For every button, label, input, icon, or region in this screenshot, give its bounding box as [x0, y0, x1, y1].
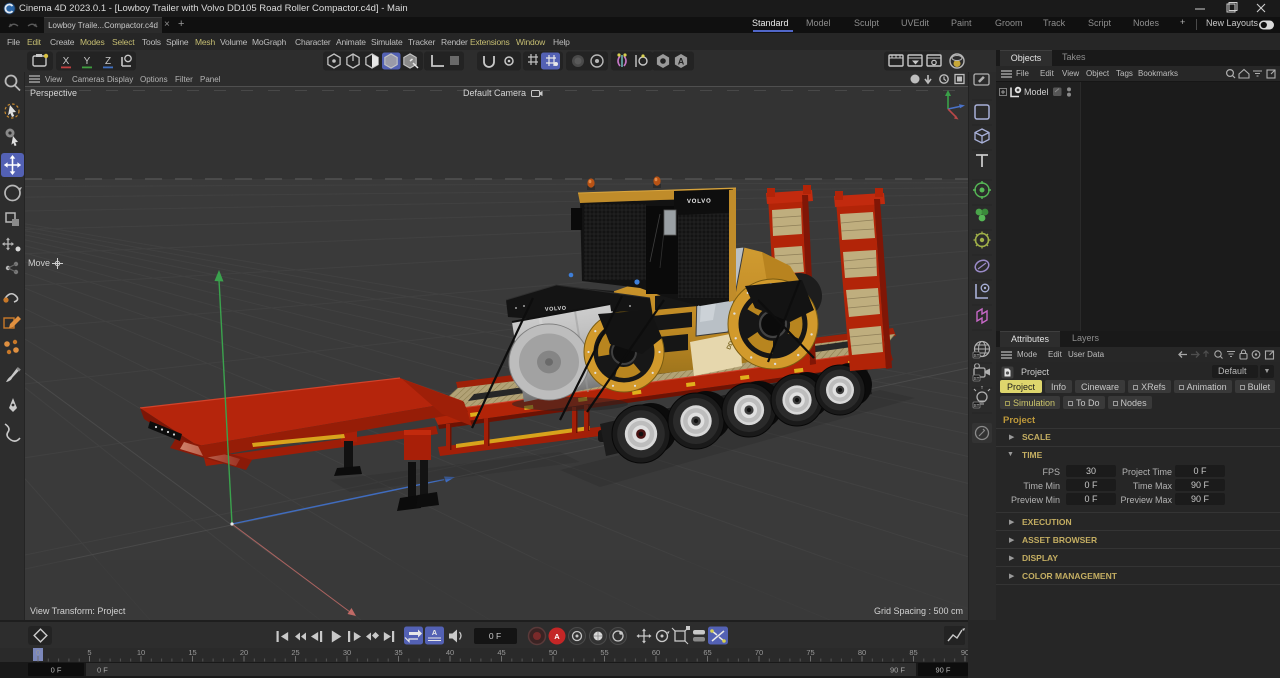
svg-text:35: 35: [394, 648, 402, 657]
svg-text:Y: Y: [84, 56, 91, 67]
svg-text:A: A: [554, 632, 560, 641]
svg-text:50: 50: [549, 648, 557, 657]
svg-text:65: 65: [703, 648, 711, 657]
svg-text:20: 20: [240, 648, 248, 657]
svg-text:5: 5: [87, 648, 91, 657]
svg-text:ST: ST: [974, 376, 980, 381]
svg-text:X: X: [63, 56, 70, 67]
svg-text:80: 80: [858, 648, 866, 657]
svg-text:15: 15: [188, 648, 196, 657]
svg-text:25: 25: [291, 648, 299, 657]
svg-text:70: 70: [755, 648, 763, 657]
svg-text:A: A: [678, 57, 685, 67]
svg-text:90: 90: [961, 648, 968, 657]
svg-text:60: 60: [652, 648, 660, 657]
svg-text:0 F: 0 F: [51, 666, 62, 675]
svg-text:45: 45: [497, 648, 505, 657]
svg-text:10: 10: [137, 648, 145, 657]
svg-text:ST: ST: [974, 403, 980, 408]
svg-text:30: 30: [343, 648, 351, 657]
svg-text:0 F: 0 F: [97, 666, 108, 675]
svg-text:ST: ST: [974, 353, 980, 358]
svg-text:75: 75: [806, 648, 814, 657]
svg-text:90 F: 90 F: [890, 666, 905, 675]
svg-text:90 F: 90 F: [935, 666, 950, 675]
svg-text:0: 0: [36, 648, 40, 657]
svg-text:A: A: [432, 628, 438, 637]
svg-text:VOLVO: VOLVO: [687, 199, 712, 205]
svg-text:Z: Z: [105, 56, 111, 67]
svg-text:55: 55: [600, 648, 608, 657]
svg-text:85: 85: [909, 648, 917, 657]
svg-text:40: 40: [446, 648, 454, 657]
svg-text:0 F: 0 F: [489, 631, 501, 641]
